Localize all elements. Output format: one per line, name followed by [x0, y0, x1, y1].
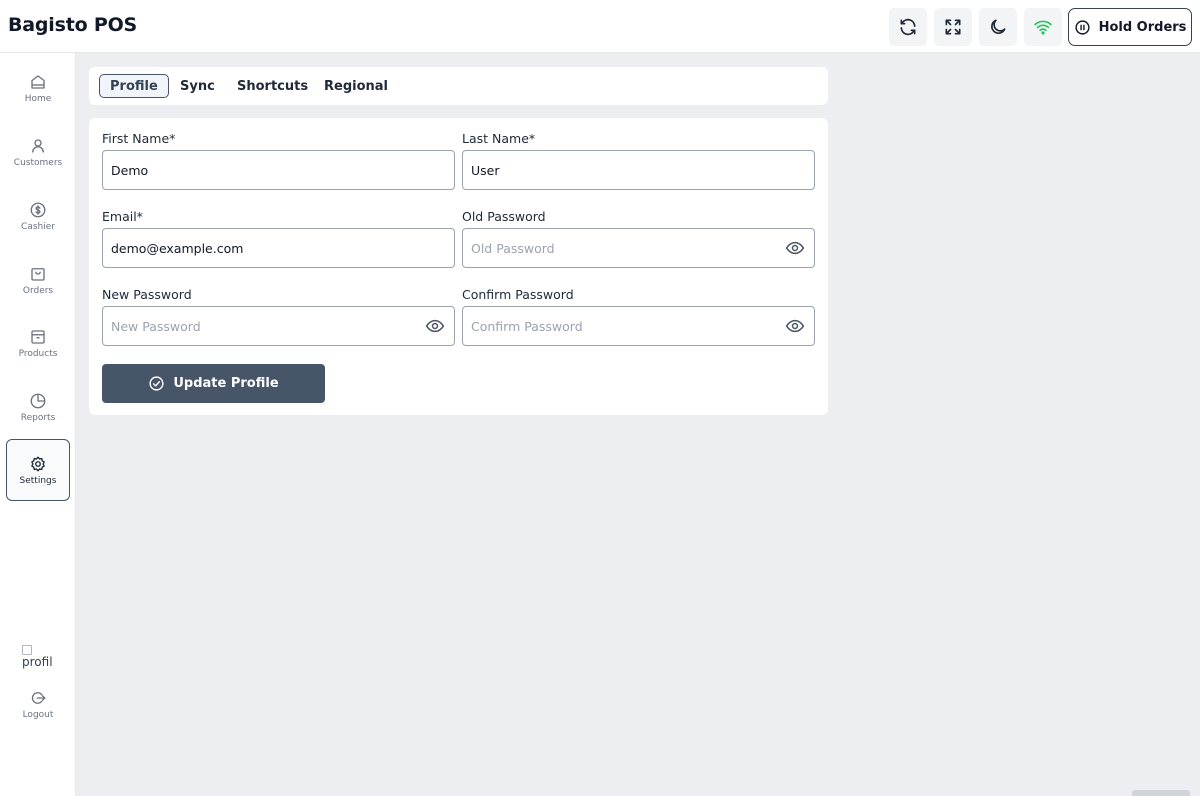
- box-icon: [31, 329, 45, 344]
- sidebar-item-products[interactable]: Products: [6, 312, 70, 374]
- logout-label: Logout: [22, 709, 54, 720]
- network-status-button[interactable]: [1024, 8, 1062, 46]
- settings-tabs: Profile Sync Shortcuts Regional: [89, 67, 828, 105]
- profile-form: First Name* Last Name* Email* Old Passwo…: [89, 118, 828, 415]
- wifi-icon: [1034, 20, 1052, 35]
- sidebar-item-label: Products: [18, 348, 58, 359]
- tab-profile[interactable]: Profile: [99, 74, 169, 98]
- last-name-field[interactable]: [462, 150, 815, 190]
- tab-regional[interactable]: Regional: [314, 74, 398, 98]
- email-field[interactable]: [102, 228, 455, 268]
- sidebar-item-label: Settings: [19, 475, 57, 486]
- sidebar-item-settings[interactable]: Settings: [6, 439, 70, 501]
- top-bar: Bagisto POS Hold Orders: [0, 0, 1200, 53]
- sidebar-item-cashier[interactable]: Cashier: [6, 185, 70, 247]
- moon-icon: [991, 19, 1006, 34]
- gear-icon: [31, 456, 45, 471]
- sidebar-item-label: Cashier: [21, 221, 55, 232]
- first-name-label: First Name*: [102, 131, 176, 146]
- sidebar-item-customers[interactable]: Customers: [6, 121, 70, 183]
- expand-icon: [945, 19, 961, 35]
- email-label: Email*: [102, 209, 143, 224]
- dark-mode-button[interactable]: [979, 8, 1017, 46]
- tab-sync[interactable]: Sync: [170, 74, 225, 98]
- old-password-label: Old Password: [462, 209, 546, 224]
- tab-shortcuts[interactable]: Shortcuts: [227, 74, 318, 98]
- hold-orders-label: Hold Orders: [1098, 19, 1187, 35]
- confirm-password-label: Confirm Password: [462, 287, 574, 302]
- sidebar: Home Customers Cashier Orders Products R…: [0, 53, 76, 796]
- sidebar-item-home[interactable]: Home: [6, 57, 70, 119]
- user-icon: [32, 138, 44, 153]
- sidebar-item-reports[interactable]: Reports: [6, 376, 70, 438]
- home-icon: [31, 74, 45, 89]
- sidebar-item-label: Orders: [22, 285, 54, 296]
- eye-icon[interactable]: [785, 238, 805, 258]
- bag-icon: [31, 267, 45, 281]
- logout-icon: [31, 691, 46, 704]
- fullscreen-button[interactable]: [934, 8, 972, 46]
- profile-alt-text: profil: [22, 655, 53, 669]
- scrollbar[interactable]: [1132, 790, 1190, 796]
- sidebar-item-label: Reports: [20, 412, 56, 423]
- update-profile-label: Update Profile: [173, 376, 279, 391]
- sidebar-item-label: Home: [24, 93, 52, 104]
- app-title: Bagisto POS: [8, 14, 138, 36]
- old-password-field[interactable]: [462, 228, 815, 268]
- eye-icon[interactable]: [785, 316, 805, 336]
- hold-orders-button[interactable]: Hold Orders: [1068, 8, 1192, 46]
- last-name-label: Last Name*: [462, 131, 536, 146]
- profile-avatar[interactable]: profil: [22, 645, 56, 671]
- sidebar-item-orders[interactable]: Orders: [6, 249, 70, 311]
- dollar-icon: [30, 202, 46, 217]
- sidebar-item-label: Customers: [13, 157, 63, 168]
- sync-button[interactable]: [889, 8, 927, 46]
- confirm-password-field[interactable]: [462, 306, 815, 346]
- new-password-label: New Password: [102, 287, 192, 302]
- broken-image-icon: [22, 645, 32, 655]
- update-profile-button[interactable]: Update Profile: [102, 364, 325, 403]
- new-password-field[interactable]: [102, 306, 455, 346]
- refresh-icon: [900, 18, 916, 36]
- first-name-field[interactable]: [102, 150, 455, 190]
- pie-chart-icon: [30, 393, 46, 408]
- pause-circle-icon: [1074, 19, 1090, 35]
- eye-icon[interactable]: [425, 316, 445, 336]
- check-circle-icon: [149, 376, 164, 391]
- logout-button[interactable]: Logout: [6, 679, 70, 729]
